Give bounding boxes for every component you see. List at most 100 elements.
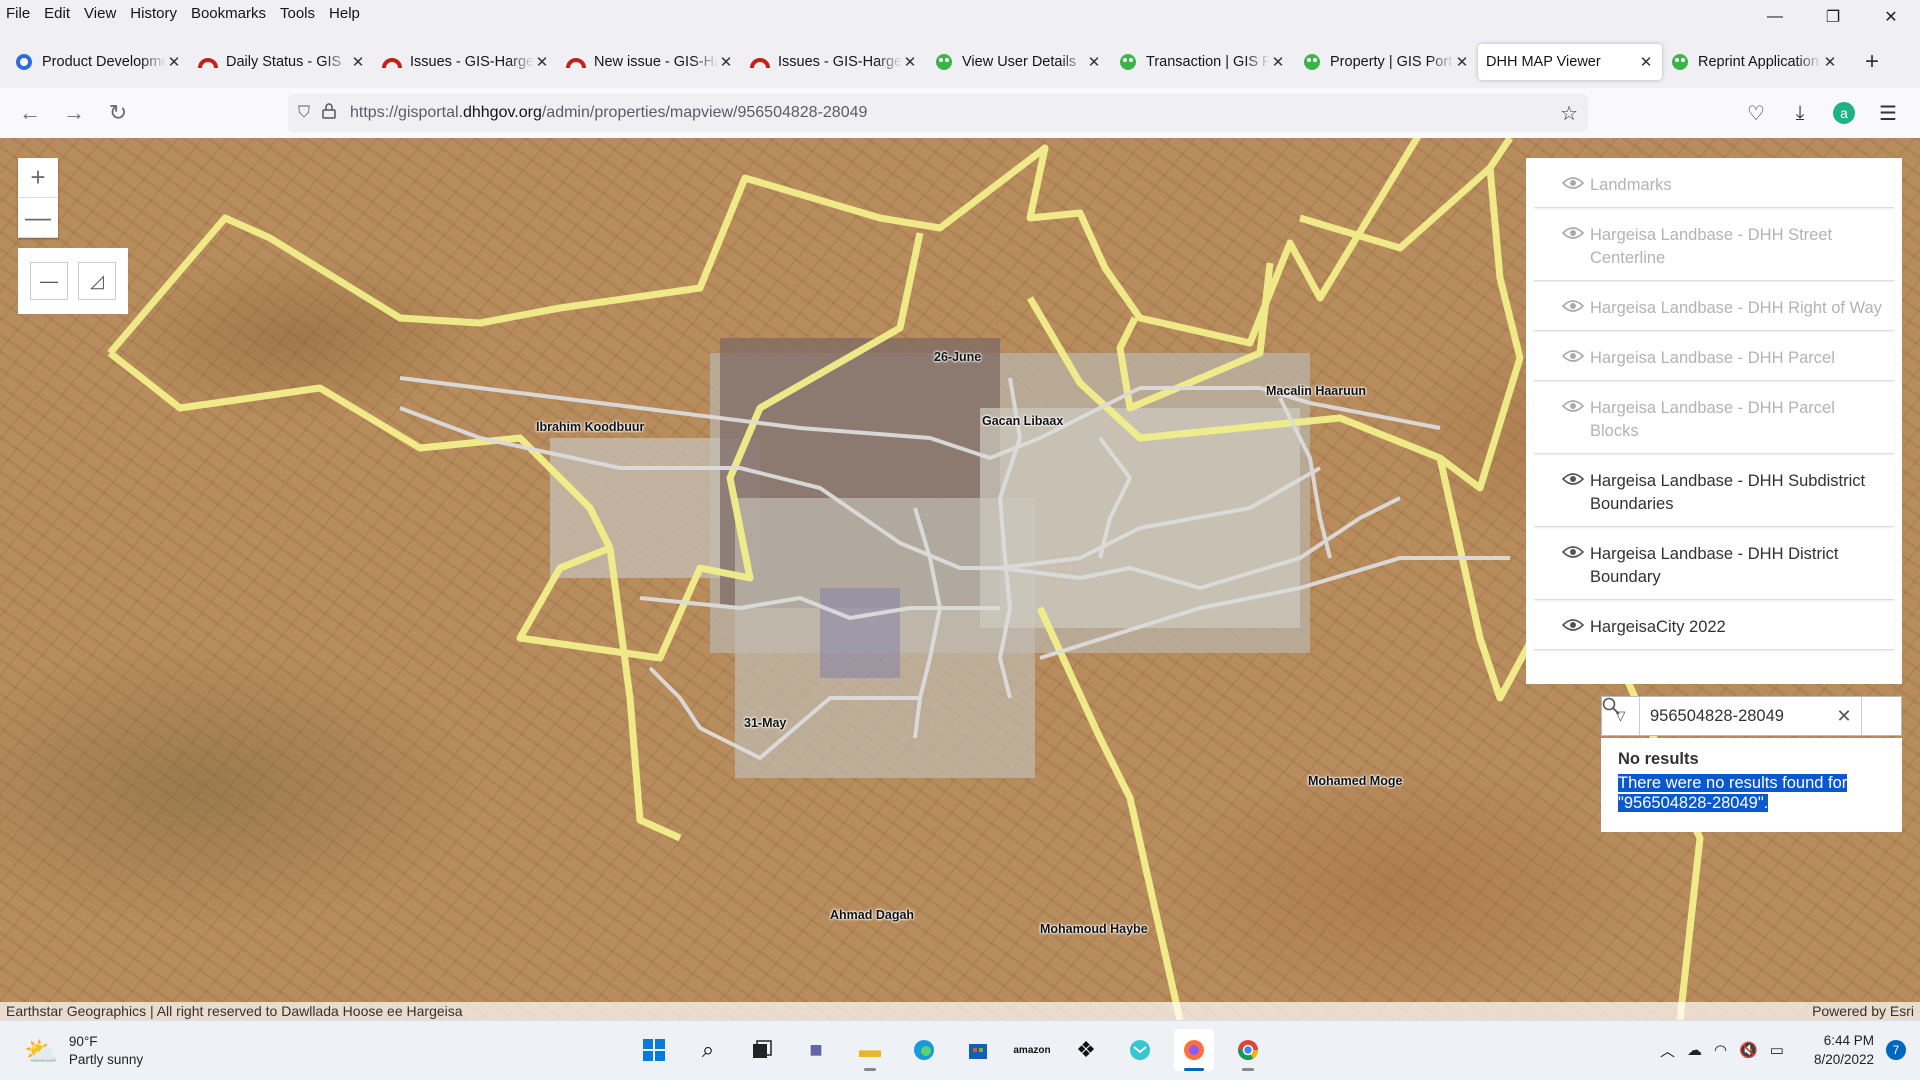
tab-dhh-map-viewer[interactable]: DHH MAP Viewer ✕ xyxy=(1478,44,1662,80)
weather-widget[interactable]: ⛅ 90°F Partly sunny xyxy=(24,1033,143,1069)
start-menu-icon[interactable] xyxy=(634,1029,674,1071)
menu-tools[interactable]: Tools xyxy=(280,5,315,22)
pocket-icon[interactable]: ♡ xyxy=(1734,94,1778,132)
eye-icon[interactable] xyxy=(1562,176,1584,190)
eye-icon[interactable] xyxy=(1562,299,1584,313)
hamburger-menu-icon[interactable]: ☰ xyxy=(1866,94,1910,132)
eye-icon[interactable] xyxy=(1562,472,1584,486)
amazon-icon[interactable]: amazon xyxy=(1012,1029,1052,1071)
menu-file[interactable]: File xyxy=(6,5,30,22)
menu-view[interactable]: View xyxy=(84,5,116,22)
account-icon[interactable]: a xyxy=(1822,94,1866,132)
layer-item[interactable]: Hargeisa Landbase - DHH Street Centerlin… xyxy=(1534,214,1894,281)
zoom-out-button[interactable]: — xyxy=(18,198,58,238)
menu-bookmarks[interactable]: Bookmarks xyxy=(191,5,266,22)
close-tab-icon[interactable]: ✕ xyxy=(1270,53,1286,71)
tab-new-issue[interactable]: New issue - GIS-Hargeisa✕ xyxy=(558,44,742,80)
url-host: dhhgov.org xyxy=(462,104,542,121)
tab-property[interactable]: Property | GIS Portal ✕ xyxy=(1294,44,1478,80)
close-tab-icon[interactable]: ✕ xyxy=(534,53,550,71)
volume-muted-icon[interactable]: 🔇 xyxy=(1739,1041,1758,1059)
layer-item[interactable]: Hargeisa Landbase - DHH Parcel xyxy=(1534,337,1894,381)
menu-help[interactable]: Help xyxy=(329,5,360,22)
close-tab-icon[interactable]: ✕ xyxy=(1454,53,1470,71)
tab-daily-status[interactable]: Daily Status - GIS ✕ xyxy=(190,44,374,80)
layer-item[interactable]: Hargeisa Landbase - DHH Parcel Blocks xyxy=(1534,387,1894,454)
no-results-message: There were no results found for "9565048… xyxy=(1618,774,1848,812)
zoom-in-button[interactable]: + xyxy=(18,158,58,198)
map-view[interactable]: 26-June Ibrahim Koodbuur Gacan Libaax Ma… xyxy=(0,138,1920,1020)
tab-reprint-application[interactable]: Reprint Application ✕ xyxy=(1662,44,1846,80)
tab-label: Daily Status - GIS xyxy=(226,54,342,70)
menu-edit[interactable]: Edit xyxy=(44,5,70,22)
search-icon[interactable] xyxy=(1602,697,1901,735)
notification-badge[interactable]: 7 xyxy=(1886,1040,1906,1060)
tab-view-user-details[interactable]: View User Details ✕ xyxy=(926,44,1110,80)
tab-label: New issue - GIS-Hargeisa xyxy=(594,54,718,70)
forward-arrow-icon[interactable]: → xyxy=(52,93,96,133)
layer-item[interactable]: HargeisaCity 2022 xyxy=(1534,606,1894,650)
place-label: Gacan Libaax xyxy=(982,414,1064,428)
search-input[interactable]: 956504828-28049 xyxy=(1640,707,1827,726)
close-tab-icon[interactable]: ✕ xyxy=(166,53,182,71)
reload-icon[interactable]: ↻ xyxy=(96,93,140,133)
time: 6:44 PM xyxy=(1823,1033,1874,1048)
edge-icon[interactable] xyxy=(904,1029,944,1071)
lock-icon[interactable] xyxy=(322,102,336,124)
layer-item[interactable]: Landmarks xyxy=(1534,164,1894,208)
chrome-icon[interactable] xyxy=(1228,1029,1268,1071)
redmine-icon xyxy=(198,52,218,72)
layer-item[interactable]: Hargeisa Landbase - DHH Subdistrict Boun… xyxy=(1534,460,1894,527)
task-view-icon[interactable] xyxy=(742,1029,782,1071)
mail-icon[interactable] xyxy=(1120,1029,1160,1071)
close-tab-icon[interactable]: ✕ xyxy=(350,53,366,71)
dropbox-icon[interactable]: ❖ xyxy=(1066,1029,1106,1071)
firefox-icon[interactable] xyxy=(1174,1029,1214,1071)
close-tab-icon[interactable]: ✕ xyxy=(718,53,734,71)
menu-history[interactable]: History xyxy=(130,5,177,22)
bookmark-star-icon[interactable]: ☆ xyxy=(1560,101,1578,126)
store-icon[interactable] xyxy=(958,1029,998,1071)
onedrive-icon[interactable]: ☁ xyxy=(1687,1041,1702,1059)
search-widget: ▽ 956504828-28049 ✕ xyxy=(1601,696,1902,736)
close-tab-icon[interactable]: ✕ xyxy=(902,53,918,71)
url-prefix: https://gisportal. xyxy=(350,104,463,121)
eye-icon[interactable] xyxy=(1562,545,1584,559)
eye-icon[interactable] xyxy=(1562,349,1584,363)
close-tab-icon[interactable]: ✕ xyxy=(1638,53,1654,71)
shield-icon[interactable]: ⛉ xyxy=(298,104,310,122)
tab-label: Property | GIS Portal xyxy=(1330,54,1454,70)
tab-bar: Product Development✕ Daily Status - GIS ✕… xyxy=(0,40,1920,84)
back-arrow-icon[interactable]: ← xyxy=(8,93,52,133)
eye-icon[interactable] xyxy=(1562,226,1584,240)
wifi-icon[interactable]: ◠ xyxy=(1714,1041,1727,1059)
layer-item[interactable]: Hargeisa Landbase - DHH Right of Way xyxy=(1534,287,1894,331)
chevron-up-icon[interactable]: ︿ xyxy=(1660,1040,1675,1061)
layer-item[interactable]: Hargeisa Landbase - DHH District Boundar… xyxy=(1534,533,1894,600)
powered-by-esri[interactable]: Powered by Esri xyxy=(1812,1003,1914,1019)
measure-area-icon[interactable]: ◿ xyxy=(78,262,116,300)
address-bar[interactable]: ⛉ https://gisportal. dhhgov.org/admin/pro… xyxy=(288,94,1588,132)
clear-icon[interactable]: ✕ xyxy=(1827,706,1861,727)
new-tab-button[interactable]: + xyxy=(1852,44,1892,80)
green-globe-icon xyxy=(1118,52,1138,72)
clock[interactable]: 6:44 PM 8/20/2022 xyxy=(1814,1031,1874,1069)
close-tab-icon[interactable]: ✕ xyxy=(1086,53,1102,71)
close-tab-icon[interactable]: ✕ xyxy=(1822,53,1838,71)
chat-icon[interactable]: ■ xyxy=(796,1029,836,1071)
tab-transaction[interactable]: Transaction | GIS Portal✕ xyxy=(1110,44,1294,80)
download-icon[interactable]: ⤓ xyxy=(1778,94,1822,132)
eye-icon[interactable] xyxy=(1562,399,1584,413)
tab-issues-2[interactable]: Issues - GIS-Hargeisa✕ xyxy=(742,44,926,80)
restore-button[interactable]: ❐ xyxy=(1804,0,1862,34)
tab-product-development[interactable]: Product Development✕ xyxy=(6,44,190,80)
eye-icon[interactable] xyxy=(1562,618,1584,632)
measure-line-icon[interactable]: — xyxy=(30,262,68,300)
file-explorer-icon[interactable]: ▬ xyxy=(850,1029,890,1071)
close-window-button[interactable]: ✕ xyxy=(1862,0,1920,34)
district-boundary xyxy=(1437,167,1524,492)
tab-issues[interactable]: Issues - GIS-Hargeisa✕ xyxy=(374,44,558,80)
search-icon[interactable]: ⌕ xyxy=(688,1029,728,1071)
minimize-button[interactable]: — xyxy=(1746,0,1804,34)
battery-icon[interactable]: ▭ xyxy=(1770,1041,1784,1059)
